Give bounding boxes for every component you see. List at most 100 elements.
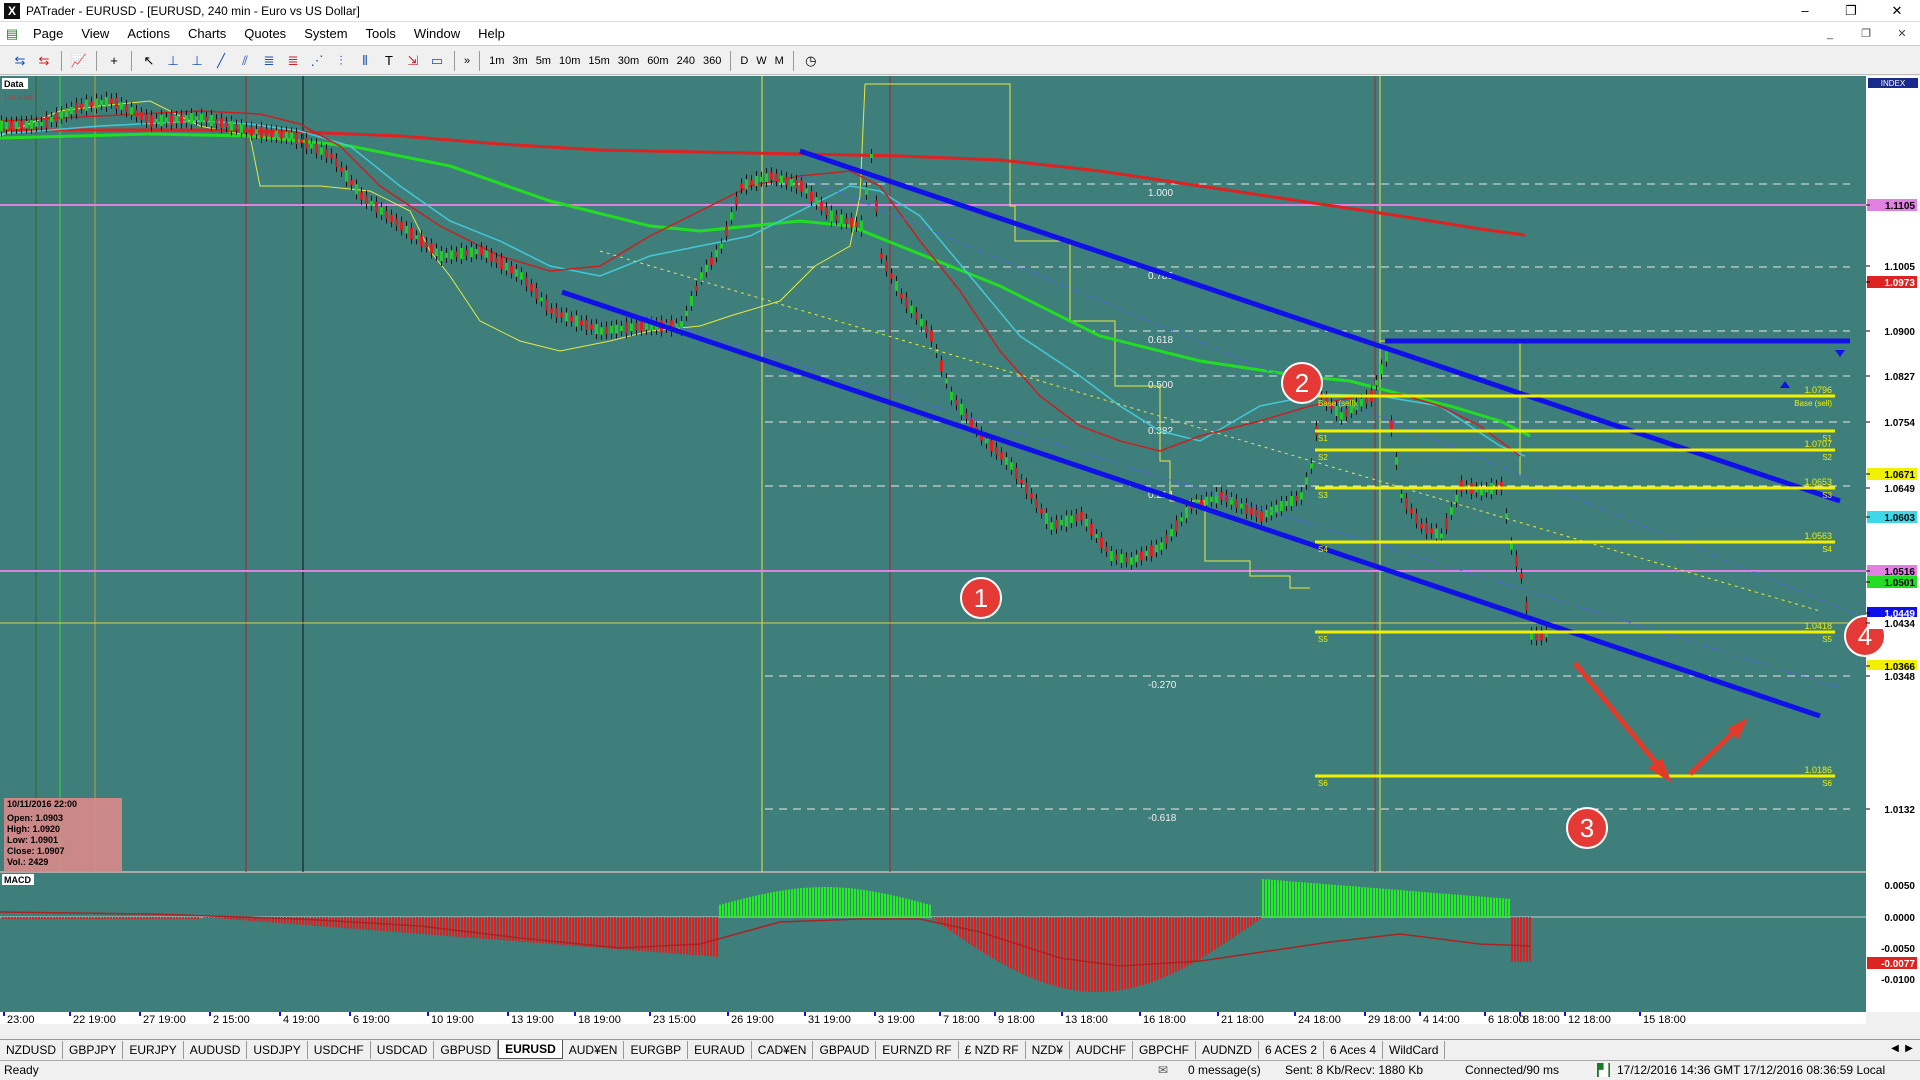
tab-gbpchf[interactable]: GBPCHF [1133,1040,1196,1059]
chart-type-icon[interactable]: 📈 [69,51,89,71]
tab-gbpaud[interactable]: GBPAUD [813,1040,877,1059]
mail-icon[interactable]: ✉ [1158,1063,1168,1077]
zoom-out-icon[interactable]: ⇆ [34,51,54,71]
tab-eurjpy[interactable]: EURJPY [123,1040,184,1059]
tab-euraud[interactable]: EURAUD [688,1040,752,1059]
price-axis-label: 1.0827 [1884,372,1915,383]
timeframe-weekly[interactable]: W [752,51,770,71]
tab-audusd[interactable]: AUDUSD [184,1040,248,1059]
menu-quotes[interactable]: Quotes [235,22,295,46]
tab-usdchf[interactable]: USDCHF [308,1040,371,1059]
toolbar-more-button[interactable]: » [460,51,474,71]
tab-gbpjpy[interactable]: GBPJPY [63,1040,124,1059]
candle-body [620,325,623,332]
clock-icon[interactable]: ◷ [801,51,821,71]
mdi-minimize-button[interactable]: _ [1812,22,1848,46]
trendline-icon[interactable]: ╱ [211,51,231,71]
menu-system[interactable]: System [295,22,356,46]
macd-bar [1268,879,1270,917]
macd-bar [1454,894,1456,917]
maximize-button[interactable]: ❐ [1828,0,1874,22]
pointer-icon[interactable]: ↖ [139,51,159,71]
macd-axis-label: 0.0000 [1884,913,1915,924]
menu-view[interactable]: View [72,22,118,46]
fib-extension-icon[interactable]: ≣ [283,51,303,71]
timeframe-60m[interactable]: 60m [643,51,672,71]
marker-1[interactable]: 1 [960,577,1002,619]
timeframe-3m[interactable]: 3m [508,51,531,71]
tab-scroll-right-icon[interactable]: ▶ [1902,1040,1916,1058]
tab-eurusd[interactable]: EURUSD [498,1040,563,1059]
tab-wildcard[interactable]: WildCard [1383,1040,1446,1059]
marker-label: 3 [1580,813,1594,843]
mdi-restore-button[interactable]: ❐ [1848,22,1884,46]
timeframe-30m[interactable]: 30m [614,51,643,71]
tab-nzdyen[interactable]: NZD¥ [1026,1040,1070,1059]
macd-bar [1226,917,1228,943]
tab-usdcad[interactable]: USDCAD [371,1040,435,1059]
timeframe-monthly[interactable]: M [771,51,788,71]
macd-bar [767,893,769,917]
horizontal-line-icon[interactable]: ⊥ [163,51,183,71]
tab-nzdusd[interactable]: NZDUSD [0,1040,63,1059]
chart-menu-icon[interactable]: ▤ [2,24,22,44]
fibonacci-icon[interactable]: ≣ [259,51,279,71]
candle-body [1155,544,1158,553]
toolbar: ⇆ ⇆ 📈 + ↖ ⊥ ⊥ ╱ ⫽ ≣ ≣ ⋰ ⫶ ⦀ T ⇲ ▭ » 1m 3… [0,47,1920,75]
candle-body [395,218,398,227]
channel-icon[interactable]: ⫽ [235,51,255,71]
tab-6-aces-2[interactable]: 6 ACES 2 [1259,1040,1324,1059]
tab-cadyen[interactable]: CAD¥EN [752,1040,814,1059]
tab-audnzd[interactable]: AUDNZD [1196,1040,1259,1059]
text-label-icon[interactable]: T [379,51,399,71]
candle-body [1275,504,1278,513]
menu-window[interactable]: Window [405,22,469,46]
macd-bar [86,917,88,919]
timeframe-10m[interactable]: 10m [555,51,584,71]
macd-bar [1352,886,1354,917]
timeframe-360[interactable]: 360 [699,51,725,71]
candle-body [510,265,513,274]
macd-bar [164,917,166,919]
cycle-lines-icon[interactable]: ⦀ [355,51,375,71]
minimize-button[interactable]: – [1782,0,1828,22]
mdi-close-button[interactable]: ✕ [1884,22,1920,46]
timeframe-15m[interactable]: 15m [584,51,613,71]
candle-body [845,218,848,224]
gann-fan-icon[interactable]: ⋰ [307,51,327,71]
timeframe-240[interactable]: 240 [673,51,699,71]
menu-charts[interactable]: Charts [179,22,235,46]
tab-audchf[interactable]: AUDCHF [1070,1040,1133,1059]
info-open: Open: 1.0903 [7,813,63,823]
horizontal-ray-icon[interactable]: ⊥ [187,51,207,71]
rectangle-tool-icon[interactable]: ▭ [427,51,447,71]
macd-bar [737,899,739,917]
tab-eurnzd-rf[interactable]: EURNZD RF [876,1040,959,1059]
macd-bar [914,900,916,917]
timeframe-5m[interactable]: 5m [532,51,555,71]
tab-6-aces-4[interactable]: 6 Aces 4 [1324,1040,1384,1059]
tab-audyen[interactable]: AUD¥EN [563,1040,625,1059]
marker-2[interactable]: 2 [1281,362,1323,404]
tab-gbpnzd-rf[interactable]: £ NZD RF [959,1040,1026,1059]
arrow-tool-icon[interactable]: ⇲ [403,51,423,71]
tab-eurgbp[interactable]: EURGBP [624,1040,689,1059]
marker-3[interactable]: 3 [1566,807,1608,849]
tab-gbpusd[interactable]: GBPUSD [434,1040,499,1059]
menu-actions[interactable]: Actions [118,22,179,46]
tab-scroll-left-icon[interactable]: ◀ [1888,1040,1902,1058]
tab-usdjpy[interactable]: USDJPY [247,1040,308,1059]
candle-body [1030,493,1033,499]
macd-bar [1385,888,1387,917]
crosshair-icon[interactable]: + [104,51,124,71]
andrews-pitchfork-icon[interactable]: ⫶ [331,51,351,71]
timeframe-1m[interactable]: 1m [485,51,508,71]
price-chart[interactable]: 1.0000.7860.6180.5000.3820.214-0.270-0.6… [0,76,1920,1026]
menu-help[interactable]: Help [469,22,514,46]
macd-bar [800,888,802,917]
close-button[interactable]: ✕ [1874,0,1920,22]
zoom-in-icon[interactable]: ⇆ [10,51,30,71]
timeframe-daily[interactable]: D [736,51,752,71]
menu-page[interactable]: Page [24,22,72,46]
menu-tools[interactable]: Tools [357,22,405,46]
